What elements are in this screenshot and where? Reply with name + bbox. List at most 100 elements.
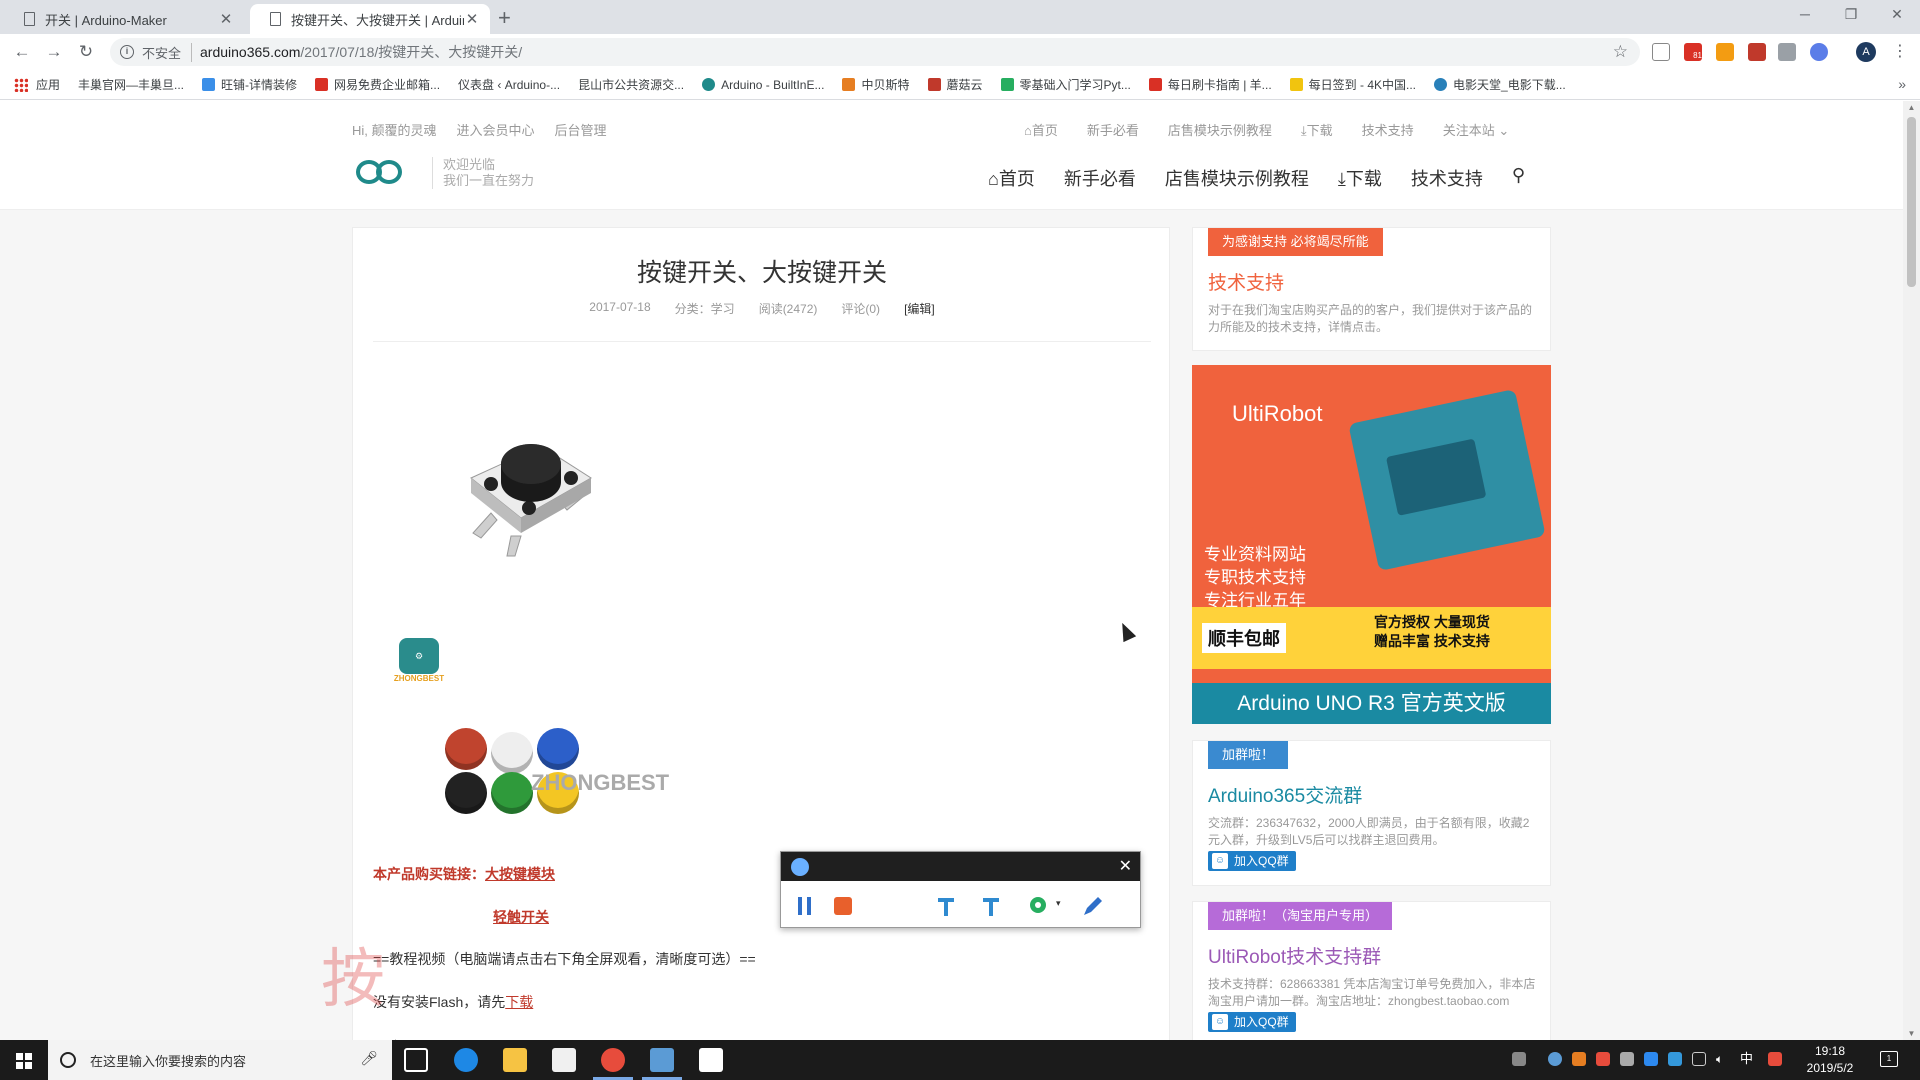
- edge-icon[interactable]: [454, 1048, 478, 1072]
- site-logo[interactable]: [356, 158, 418, 188]
- extension-icon[interactable]: [1748, 43, 1766, 61]
- chrome-icon[interactable]: [601, 1048, 625, 1072]
- search-icon[interactable]: ⚲: [1512, 165, 1525, 191]
- nav-tutorial[interactable]: 店售模块示例教程: [1165, 165, 1309, 191]
- action-center-icon[interactable]: 1: [1880, 1051, 1898, 1067]
- tab-current[interactable]: 按键开关、大按键开关 | Arduino ✕: [250, 4, 490, 34]
- nav-support[interactable]: 技术支持: [1411, 165, 1483, 191]
- widget-title[interactable]: UltiRobot技术支持群: [1208, 942, 1381, 969]
- ime-indicator[interactable]: 中: [1740, 1052, 1754, 1066]
- bookmark-item[interactable]: 仪表盘 ‹ Arduino-...: [0, 76, 560, 184]
- scroll-up-arrow[interactable]: ▲: [1903, 103, 1920, 112]
- minimize-button[interactable]: ─: [1782, 0, 1828, 30]
- bookmark-item[interactable]: Arduino - BuiltInE...: [702, 78, 824, 92]
- top-newbie-link[interactable]: 新手必看: [1087, 120, 1139, 139]
- start-button[interactable]: [0, 1040, 48, 1080]
- back-button[interactable]: ←: [10, 40, 34, 64]
- taskbar-search[interactable]: 在这里输入你要搜索的内容 🎤︎: [48, 1040, 392, 1080]
- mail-icon[interactable]: [699, 1048, 723, 1072]
- join-qq-button[interactable]: ☺ 加入QQ群: [1208, 851, 1296, 871]
- bookmark-item[interactable]: 电影天堂_电影下载...: [1434, 76, 1566, 93]
- bookmark-star-icon[interactable]: ☆: [1613, 42, 1628, 62]
- nav-home[interactable]: ⌂首页: [988, 165, 1035, 191]
- category-link[interactable]: 学习: [711, 302, 735, 316]
- bookmark-favicon: [202, 78, 216, 91]
- onedrive-icon[interactable]: [1620, 1052, 1634, 1066]
- address-bar[interactable]: i 不安全 arduino365.com/2017/07/18/按键开关、大按键…: [110, 38, 1640, 66]
- extension-icon[interactable]: [1716, 43, 1734, 61]
- bookmark-item[interactable]: 昆山市公共资源交...: [0, 76, 684, 184]
- edit-link[interactable]: [编辑]: [904, 300, 935, 317]
- file-explorer-icon[interactable]: [503, 1048, 527, 1072]
- extension-icon[interactable]: [1810, 43, 1828, 61]
- menu-icon[interactable]: ⋮: [1892, 41, 1908, 61]
- pause-button[interactable]: [793, 894, 817, 918]
- comment-count[interactable]: 评论(0): [841, 300, 880, 317]
- close-tab-icon[interactable]: ✕: [464, 10, 480, 28]
- tray-app-icon[interactable]: [1644, 1052, 1658, 1066]
- marker-end-icon[interactable]: [979, 894, 1003, 918]
- mail-extension-icon[interactable]: 81: [1684, 43, 1702, 61]
- admin-link[interactable]: 后台管理: [555, 120, 607, 139]
- task-view-icon[interactable]: [404, 1048, 428, 1072]
- top-home-link[interactable]: ⌂首页: [1024, 120, 1058, 139]
- microphone-icon[interactable]: 🎤︎: [360, 1050, 378, 1067]
- bookmark-favicon: [1000, 78, 1014, 91]
- ad-banner[interactable]: UltiRobot 专业资料网站 专职技术支持 专注行业五年 顺丰包邮 官方授权…: [1192, 365, 1551, 724]
- webcam-icon[interactable]: [1027, 894, 1051, 918]
- nav-download[interactable]: ⤓下载: [1338, 165, 1382, 191]
- top-support-link[interactable]: 技术支持: [1362, 120, 1414, 139]
- buy-link[interactable]: 大按键模块: [485, 866, 555, 882]
- nav-newbie[interactable]: 新手必看: [1064, 165, 1136, 191]
- tray-app-icon[interactable]: [1572, 1052, 1586, 1066]
- widget-title[interactable]: 技术支持: [1208, 268, 1284, 295]
- tray-app-icon[interactable]: [1548, 1052, 1562, 1066]
- forward-button[interactable]: →: [42, 40, 66, 64]
- window-close-button[interactable]: ✕: [1874, 0, 1920, 30]
- follow-dropdown[interactable]: 关注本站 ⌄: [1443, 120, 1510, 139]
- flash-download-link[interactable]: 下载: [505, 994, 533, 1010]
- bookmark-item[interactable]: 旺铺-详情装修: [202, 76, 297, 93]
- shield-extension-icon[interactable]: [1652, 43, 1670, 61]
- page-scrollbar[interactable]: ▲ ▼: [1903, 101, 1920, 1040]
- marker-start-icon[interactable]: [934, 894, 958, 918]
- system-clock[interactable]: 19:18 2019/5/2: [1800, 1043, 1860, 1077]
- app-icon[interactable]: [650, 1048, 674, 1072]
- widget-title[interactable]: Arduino365交流群: [1208, 781, 1362, 808]
- touch-switch-link[interactable]: 轻触开关: [493, 907, 549, 927]
- member-center-link[interactable]: 进入会员中心: [457, 120, 535, 139]
- scroll-thumb[interactable]: [1907, 117, 1916, 287]
- bookmark-item[interactable]: 每日刷卡指南 | 羊...: [1148, 76, 1272, 93]
- store-icon[interactable]: [552, 1048, 576, 1072]
- extension-icon[interactable]: [1778, 43, 1796, 61]
- bookmark-item[interactable]: 网易免费企业邮箱...: [315, 76, 440, 93]
- people-icon[interactable]: [1512, 1052, 1526, 1066]
- bookmark-item[interactable]: 零基础入门学习Pyt...: [1000, 76, 1131, 93]
- info-icon[interactable]: i: [120, 45, 134, 59]
- profile-avatar[interactable]: A: [1856, 42, 1876, 62]
- bookmark-item[interactable]: 丰巢官网—丰巢旦...: [0, 76, 184, 184]
- bookmark-item[interactable]: 每日签到 - 4K中国...: [1289, 76, 1416, 93]
- restore-button[interactable]: ❐: [1828, 0, 1874, 30]
- top-tutorial-link[interactable]: 店售模块示例教程: [1168, 120, 1272, 139]
- tab-arduino-maker[interactable]: 开关 | Arduino-Maker ✕: [4, 4, 244, 34]
- stop-button[interactable]: [831, 894, 855, 918]
- defender-icon[interactable]: [1668, 1052, 1682, 1066]
- tray-app-icon[interactable]: [1596, 1052, 1610, 1066]
- network-icon[interactable]: [1692, 1052, 1706, 1066]
- bookmark-item[interactable]: 中贝斯特: [842, 76, 910, 93]
- close-tab-icon[interactable]: ✕: [218, 10, 234, 28]
- sogou-icon[interactable]: [1768, 1052, 1782, 1066]
- close-icon[interactable]: ✕: [1119, 856, 1132, 876]
- scroll-down-arrow[interactable]: ▼: [1903, 1029, 1920, 1038]
- bookmark-item[interactable]: 蘑菇云: [927, 76, 983, 93]
- pen-icon[interactable]: [1081, 894, 1105, 918]
- top-download-link[interactable]: ⤓下载: [1301, 120, 1333, 139]
- new-tab-button[interactable]: +: [498, 5, 511, 31]
- bookmarks-overflow-icon[interactable]: »: [1898, 76, 1906, 92]
- volume-icon[interactable]: 🔈︎: [1716, 1052, 1730, 1066]
- bookmark-apps[interactable]: 应用: [14, 76, 60, 93]
- chevron-down-icon[interactable]: ▾: [1056, 898, 1061, 909]
- join-qq-button[interactable]: ☺ 加入QQ群: [1208, 1012, 1296, 1032]
- reload-button[interactable]: ↻: [74, 40, 98, 64]
